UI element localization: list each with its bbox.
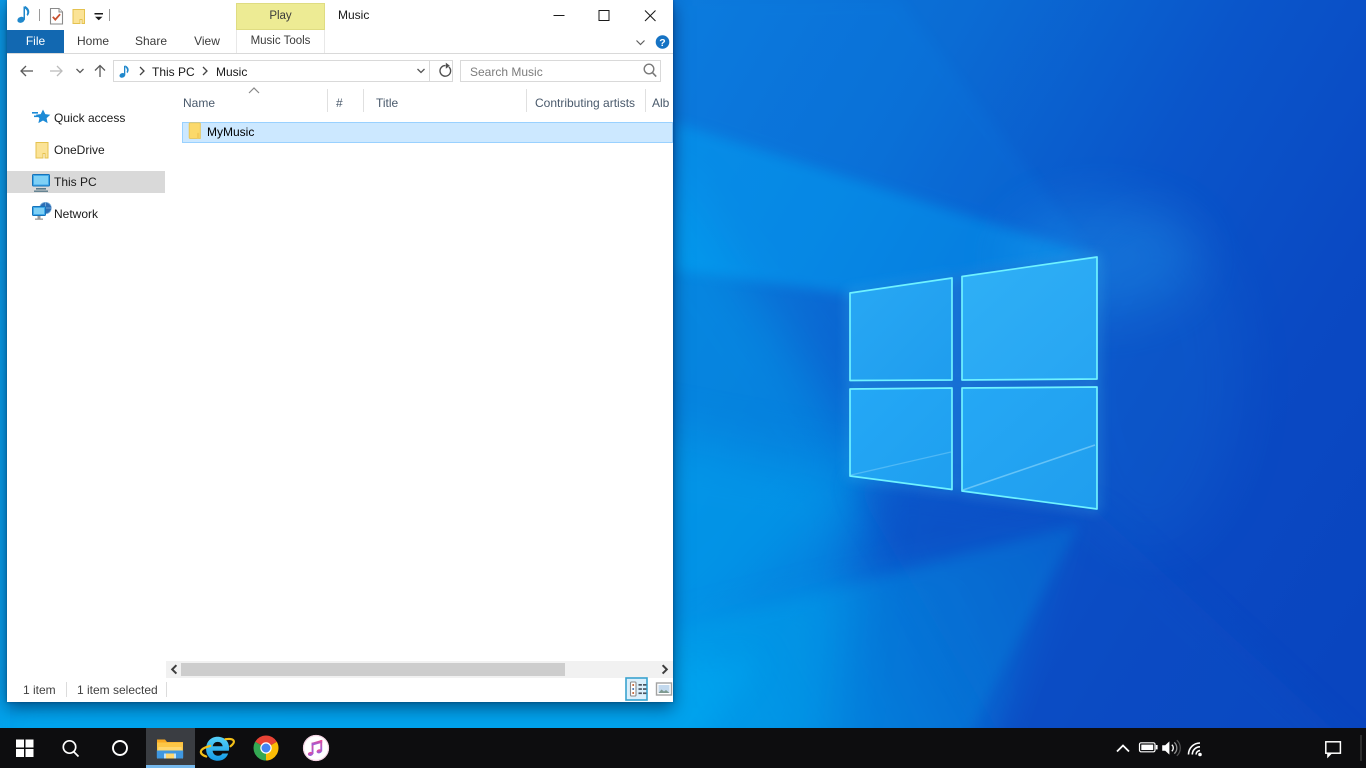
svg-text:?: ? bbox=[659, 37, 665, 49]
